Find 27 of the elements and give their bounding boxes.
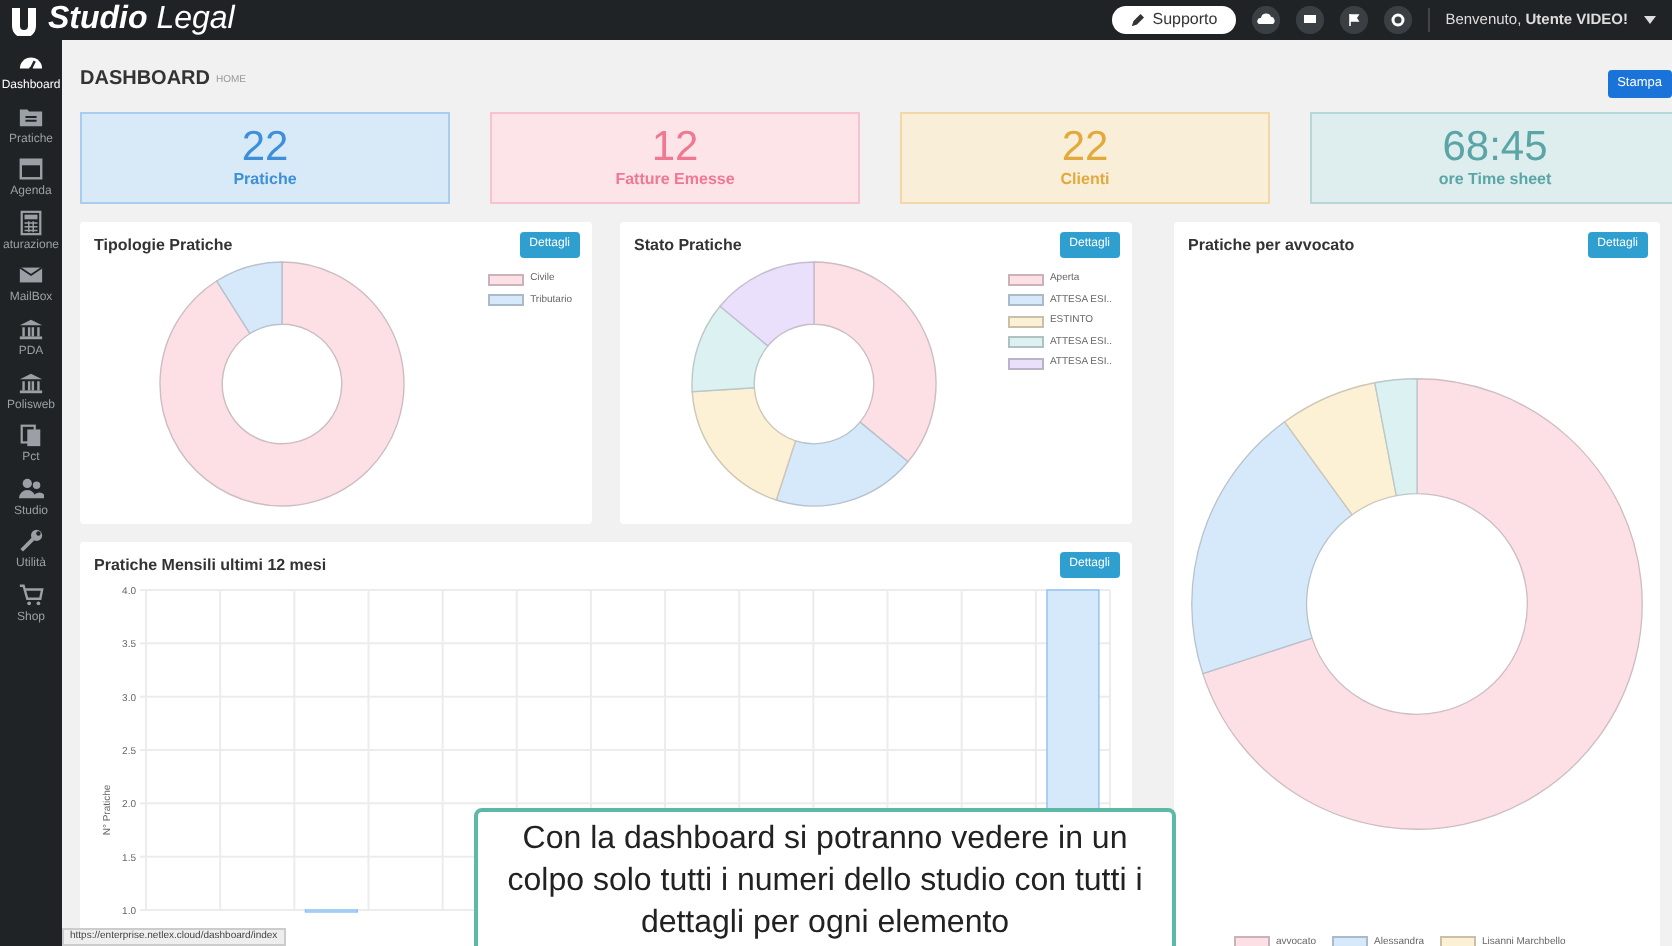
stat-label: Pratiche xyxy=(233,167,297,191)
users-icon xyxy=(18,475,44,502)
cart-icon xyxy=(18,581,44,608)
support-button[interactable]: Supporto xyxy=(1112,6,1236,34)
pencil-icon xyxy=(1130,13,1145,27)
stat-label: Fatture Emesse xyxy=(615,167,735,191)
wrench-icon xyxy=(18,528,44,555)
stat-value: 22 xyxy=(241,125,289,167)
documents-icon xyxy=(18,422,44,449)
caret-icon[interactable] xyxy=(1644,16,1656,24)
panel-title: Stato Pratiche xyxy=(634,234,742,258)
stat-label: ore Time sheet xyxy=(1438,167,1552,191)
calculator-icon xyxy=(18,209,44,236)
panel-title: Pratiche Mensili ultimi 12 mesi xyxy=(94,554,327,578)
bank-icon xyxy=(18,315,44,342)
panel-title: Tipologie Pratiche xyxy=(94,234,233,258)
calendar-icon xyxy=(18,156,44,183)
stat-value: 22 xyxy=(1061,125,1109,167)
caption-text: Con la dashboard si potranno vedere in un colpo solo tutti i numeri dello studio con tutti i dettagli per ogni elemento xyxy=(474,808,1176,946)
bank-icon xyxy=(18,369,44,396)
panel-title: Pratiche per avvocato xyxy=(1188,234,1355,258)
page-title: DASHBOARD xyxy=(80,65,210,93)
stat-label: Clienti xyxy=(1060,167,1110,191)
brand-title: Studio Legal xyxy=(48,2,235,38)
stat-value: 12 xyxy=(651,125,699,167)
stat-value: 68:45 xyxy=(1442,125,1548,167)
logo-icon xyxy=(8,4,40,36)
